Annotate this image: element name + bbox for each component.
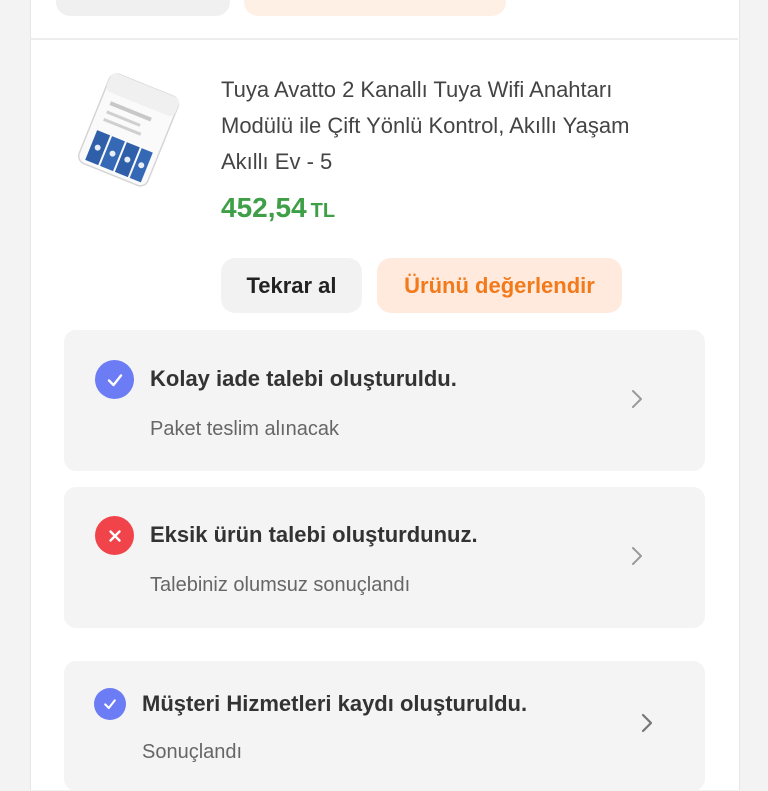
status-subtitle: Paket teslim alınacak [150, 418, 339, 440]
product-title-line: Modülü ile Çift Yönlü Kontrol, Akıllı Ya… [221, 113, 630, 138]
check-circle-icon [95, 360, 134, 399]
status-title: Kolay iade talebi oluşturuldu. [150, 366, 457, 391]
chevron-right-icon [641, 713, 653, 733]
rebuy-button[interactable]: Tekrar al [221, 258, 362, 313]
product-title[interactable]: Tuya Avatto 2 Kanallı Tuya Wifi Anahtarı… [221, 72, 691, 180]
price-amount: 452,54 [221, 192, 307, 223]
status-subtitle: Sonuçlandı [142, 741, 243, 763]
product-title-line: Akıllı Ev - 5 [221, 149, 333, 174]
review-product-button[interactable]: Ürünü değerlendir [377, 258, 622, 313]
chevron-right-icon [632, 547, 642, 565]
status-card-easy-return[interactable]: Kolay iade talebi oluşturuldu. Paket tes… [64, 330, 705, 471]
divider [30, 38, 738, 40]
status-card-customer-service[interactable]: Müşteri Hizmetleri kaydı oluşturuldu. So… [64, 661, 705, 791]
check-circle-icon [94, 688, 126, 720]
previous-rebuy-button[interactable] [56, 0, 230, 16]
chevron-right-icon [632, 390, 642, 408]
status-title: Müşteri Hizmetleri kaydı oluşturuldu. [142, 691, 528, 716]
price-currency: TL [310, 200, 336, 222]
status-title: Eksik ürün talebi oluşturdunuz. [150, 522, 478, 547]
x-circle-icon [95, 516, 134, 555]
product-title-line: Tuya Avatto 2 Kanallı Tuya Wifi Anahtarı [221, 77, 613, 102]
status-card-missing-item[interactable]: Eksik ürün talebi oluşturdunuz. Talebini… [64, 487, 705, 628]
status-subtitle: Talebiniz olumsuz sonuçlandı [150, 574, 411, 596]
previous-review-button[interactable] [244, 0, 506, 16]
product-price: 452,54 TL [221, 192, 335, 224]
product-image[interactable] [76, 68, 180, 200]
